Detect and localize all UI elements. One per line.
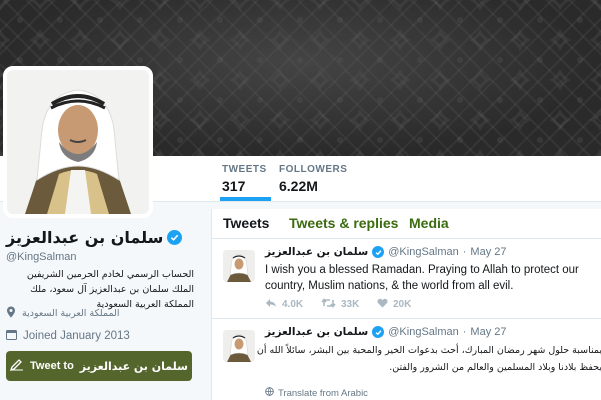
tweet-to-name: سلمان بن عبدالعزيز bbox=[79, 359, 188, 373]
tweet-actions: 4.0K 33K 20K bbox=[265, 298, 433, 311]
tweet-text: I wish you a blessed Ramadan. Praying to… bbox=[265, 264, 579, 292]
reply-count: 4.0K bbox=[282, 299, 304, 310]
compose-icon bbox=[9, 358, 24, 374]
tweet-author-handle[interactable]: @KingSalman bbox=[388, 326, 458, 338]
tweet-author-name[interactable]: سلمان بن عبدالعزيز bbox=[265, 246, 368, 258]
tab-tweets[interactable]: Tweets bbox=[223, 215, 269, 231]
stat-tweets[interactable]: TWEETS 317 bbox=[220, 164, 271, 201]
profile-joined: Joined January 2013 bbox=[6, 329, 130, 343]
stat-tweets-value: 317 bbox=[222, 178, 246, 194]
avatar-portrait bbox=[7, 70, 149, 214]
retweet-button[interactable]: 33K bbox=[321, 298, 377, 311]
location-text: المملكة العربية السعودية bbox=[22, 308, 120, 319]
reply-button[interactable]: 4.0K bbox=[265, 298, 321, 311]
verified-badge-icon bbox=[372, 246, 385, 258]
verified-badge-icon bbox=[167, 230, 183, 245]
stat-followers-label: FOLLOWERS bbox=[279, 164, 348, 175]
location-pin-icon bbox=[6, 306, 16, 321]
tweet-to-label: Tweet to bbox=[30, 360, 74, 372]
profile-name: سلمان بن عبدالعزيز bbox=[6, 228, 183, 247]
tweet-avatar[interactable] bbox=[223, 330, 255, 362]
profile-name-text: سلمان بن عبدالعزيز bbox=[6, 228, 164, 247]
tweet-text: بمناسبة حلول شهر رمضان المبارك، أحث بدعو… bbox=[256, 345, 601, 373]
profile-avatar[interactable] bbox=[3, 66, 153, 218]
tweet-item[interactable]: سلمان بن عبدالعزيز @KingSalman · May 27 … bbox=[212, 239, 601, 319]
tab-tweets-replies[interactable]: Tweets & replies bbox=[289, 215, 398, 231]
tweet-date[interactable]: May 27 bbox=[470, 246, 506, 258]
verified-badge-icon bbox=[372, 326, 385, 338]
heart-icon bbox=[377, 298, 388, 311]
stat-followers-value: 6.22M bbox=[279, 178, 318, 194]
tweet-separator: · bbox=[462, 326, 467, 338]
profile-location: المملكة العربية السعودية bbox=[6, 306, 119, 321]
profile-handle[interactable]: @KingSalman bbox=[6, 251, 76, 263]
like-button[interactable]: 20K bbox=[377, 298, 433, 311]
retweet-count: 33K bbox=[341, 299, 360, 310]
translate-link[interactable]: Translate from Arabic bbox=[265, 387, 368, 399]
stat-tweets-label: TWEETS bbox=[222, 164, 267, 175]
tweet-header: سلمان بن عبدالعزيز @KingSalman · May 27 bbox=[265, 326, 507, 338]
tweet-author-name[interactable]: سلمان بن عبدالعزيز bbox=[265, 326, 368, 338]
joined-text: Joined January 2013 bbox=[23, 330, 130, 342]
tweet-avatar[interactable] bbox=[223, 250, 255, 282]
timeline: Tweets Tweets & replies Media سلمان بن ع… bbox=[211, 209, 601, 400]
stat-followers[interactable]: FOLLOWERS 6.22M bbox=[279, 164, 347, 194]
tweet-to-button[interactable]: Tweet to سلمان بن عبدالعزيز bbox=[6, 351, 192, 381]
globe-icon bbox=[265, 387, 274, 399]
tweet-item[interactable]: سلمان بن عبدالعزيز @KingSalman · May 27 … bbox=[212, 319, 601, 400]
translate-text: Translate from Arabic bbox=[278, 387, 368, 399]
tab-media[interactable]: Media bbox=[409, 215, 449, 231]
tweet-date[interactable]: May 27 bbox=[470, 326, 506, 338]
retweet-icon bbox=[321, 298, 336, 311]
like-count: 20K bbox=[393, 299, 412, 310]
tweet-header: سلمان بن عبدالعزيز @KingSalman · May 27 bbox=[265, 246, 507, 258]
tweet-separator: · bbox=[462, 246, 467, 258]
calendar-icon bbox=[6, 329, 17, 343]
timeline-tabs: Tweets Tweets & replies Media bbox=[212, 209, 601, 239]
reply-icon bbox=[265, 298, 277, 311]
tweet-author-handle[interactable]: @KingSalman bbox=[388, 246, 458, 258]
